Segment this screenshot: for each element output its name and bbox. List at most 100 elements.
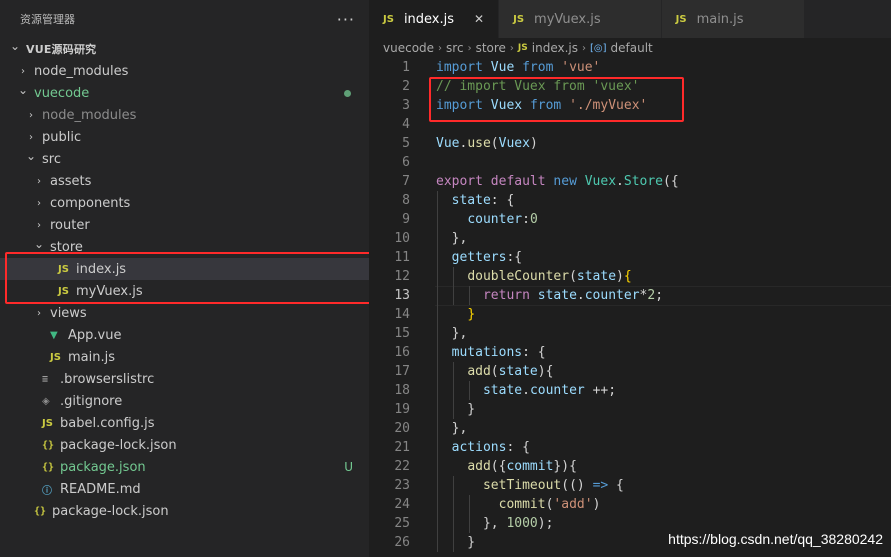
tree-item[interactable]: › router [0,214,369,236]
code-line: 1 import Vue from 'vue' [369,58,891,77]
code-line: 13 return state.counter*2; [369,286,891,306]
code-text: import Vue from 'vue' [436,58,600,77]
tree-item[interactable]: JS main.js [0,346,369,368]
code-token: : { [490,193,515,208]
code-token: ( [490,364,499,379]
tab-myVuex-js[interactable]: JS myVuex.js [499,0,662,38]
code-text: state: { [436,191,515,210]
tree-item[interactable]: ▼ App.vue [0,324,369,346]
code-line: 6 [369,153,891,172]
code-token: . [616,174,624,189]
breadcrumb-item[interactable]: vuecode [383,41,434,55]
tab-index-js[interactable]: JS index.js ✕ [369,0,500,38]
tree-item[interactable]: › components [0,192,369,214]
highlight-box-files [5,252,371,304]
tree-item[interactable]: › public [0,126,369,148]
json-file-icon: {} [42,461,55,473]
code-token: counter [529,383,593,398]
code-line: 19 } [369,400,891,419]
code-token: state [537,288,577,303]
chevron-right-icon: › [37,307,41,319]
code-line: 20 }, [369,419,891,438]
code-text: } [436,400,475,419]
tree-item-label: babel.config.js [60,415,155,431]
js-file-icon: JS [513,13,525,25]
code-token: ++; [592,383,617,398]
close-icon[interactable]: ✕ [474,12,484,26]
watermark: https://blog.csdn.net/qq_38280242 [668,531,883,547]
tree-item[interactable]: ≡ .browserslistrc [0,368,369,390]
breadcrumb: vuecode › src › store › JS index.js › [◎] default [369,38,891,58]
tree-item[interactable]: {} package-lock.json [0,500,369,522]
code-line: 14 } [369,305,891,324]
chevron-right-icon: › [21,65,25,77]
code-token: . [576,288,585,303]
tree-item[interactable]: ⌄ src [0,148,369,170]
tree-item[interactable]: ⌄ vuecode [0,82,369,104]
code-text: mutations: { [436,343,546,362]
code-token: }, [436,516,507,531]
line-number: 6 [402,155,410,170]
tree-item-label: .gitignore [60,393,123,409]
code-token: } [436,535,476,550]
code-text: } [436,533,475,552]
code-token: ) [616,269,624,284]
tree-item[interactable]: ⓘ README.md [0,478,369,500]
line-number: 19 [394,402,410,417]
tree-item-label: README.md [60,481,141,497]
line-number: 9 [402,212,410,227]
code-view[interactable]: 1 import Vue from 'vue' 2// import Vuex fr… [369,58,891,552]
tree-item-label: public [42,129,82,145]
line-number: 23 [394,478,410,493]
tree-item[interactable]: › node_modules [0,104,369,126]
code-token: commit [506,459,554,474]
js-file-icon: JS [50,351,61,363]
code-text: }, [436,229,468,248]
breadcrumb-item[interactable]: src [446,41,464,55]
tree-item[interactable]: ⌄ VUE源码研究 [0,38,369,60]
tree-item[interactable]: › assets [0,170,369,192]
code-token: 'add' [553,497,593,512]
chevron-right-icon: › [582,42,586,54]
tree-item[interactable]: JS babel.config.js [0,412,369,434]
highlight-box-imports [429,77,684,122]
code-text: actions: { [436,438,530,457]
code-line: 10 }, [369,229,891,248]
code-token: state [576,269,617,284]
code-text: counter:0 [436,210,538,229]
tree-item-label: .browserslistrc [60,371,155,387]
code-token: default [490,174,554,189]
code-token: ( [490,136,499,151]
breadcrumb-file[interactable]: index.js [532,41,578,55]
tree-item[interactable]: › node_modules [0,60,369,82]
code-token: state [451,193,491,208]
code-token: ) [592,497,601,512]
chevron-down-icon: ⌄ [17,83,29,97]
tab-main-js[interactable]: JS main.js [661,0,805,38]
tree-item[interactable]: › views [0,302,369,324]
tree-item[interactable]: {} package.json U [0,456,369,478]
code-token: 0 [529,212,538,227]
indent-guide [469,381,470,400]
chevron-right-icon: › [37,175,41,187]
code-token: }, [436,421,468,436]
chevron-right-icon: › [509,42,514,54]
tree-item[interactable]: ◈ .gitignore [0,390,369,412]
code-token: :{ [506,250,523,265]
tab-label: index.js [403,11,455,27]
code-token: : [522,212,530,227]
lines-file-icon: ≡ [42,373,49,385]
breadcrumb-item[interactable]: store [476,41,506,55]
code-token: add [467,364,491,379]
code-token: Vuex [498,136,530,151]
indent-guide [453,362,454,419]
tab-bar: JS index.js ✕ JS myVuex.js JS main.js [369,0,891,38]
breadcrumb-symbol[interactable]: default [611,41,653,55]
line-number: 2 [402,79,410,94]
more-actions-icon[interactable]: ··· [337,10,355,29]
code-token: }, [436,231,468,246]
tree-item[interactable]: {} package-lock.json [0,434,369,456]
